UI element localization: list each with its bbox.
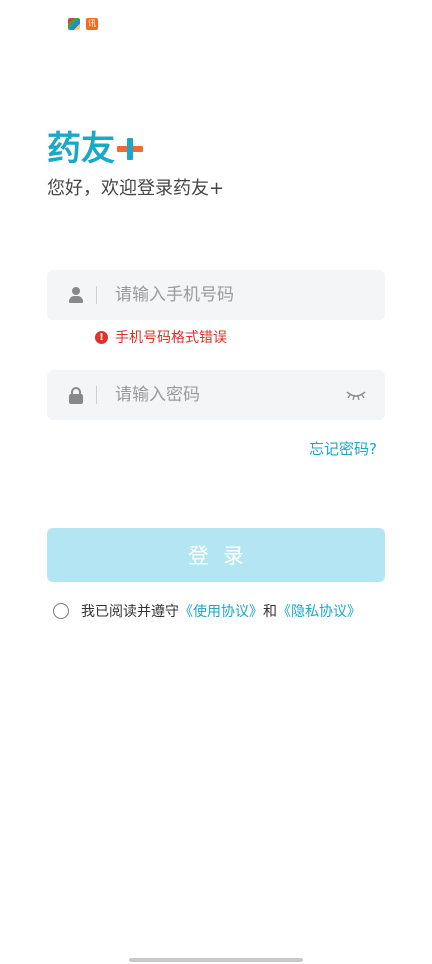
field-divider — [96, 386, 97, 404]
phone-field[interactable] — [47, 270, 385, 320]
forgot-password-link[interactable]: 忘记密码? — [309, 438, 377, 459]
terms-link[interactable]: 《使用协议》 — [179, 604, 263, 620]
eye-closed-icon[interactable] — [345, 388, 367, 402]
agreement-prefix: 我已阅读并遵守 — [81, 604, 179, 620]
orange-app-icon: 讯 — [86, 18, 98, 30]
status-bar: 讯 — [68, 18, 98, 30]
error-icon: ! — [95, 330, 108, 344]
password-field[interactable] — [47, 370, 385, 420]
home-indicator[interactable] — [129, 958, 303, 962]
phone-error: ! 手机号码格式错误 — [95, 327, 227, 347]
multicolor-app-icon — [68, 18, 80, 30]
field-divider — [96, 286, 97, 304]
privacy-link[interactable]: 《隐私协议》 — [277, 604, 361, 620]
phone-error-text: 手机号码格式错误 — [115, 330, 227, 346]
agreement-conjunction: 和 — [263, 604, 277, 620]
login-button[interactable]: 登录 — [47, 528, 385, 582]
lock-icon — [68, 387, 84, 404]
logo-plus-icon — [117, 136, 143, 162]
agreement-text: 我已阅读并遵守《使用协议》和《隐私协议》 — [81, 601, 361, 621]
agreement-row: 我已阅读并遵守《使用协议》和《隐私协议》 — [53, 601, 361, 621]
agreement-checkbox[interactable] — [53, 603, 69, 619]
welcome-text: 您好，欢迎登录药友+ — [47, 178, 225, 199]
phone-input[interactable] — [113, 284, 385, 306]
logo-text: 药友 — [47, 129, 115, 169]
person-icon — [68, 287, 84, 303]
app-logo: 药友 — [47, 129, 143, 169]
password-input[interactable] — [113, 384, 345, 406]
